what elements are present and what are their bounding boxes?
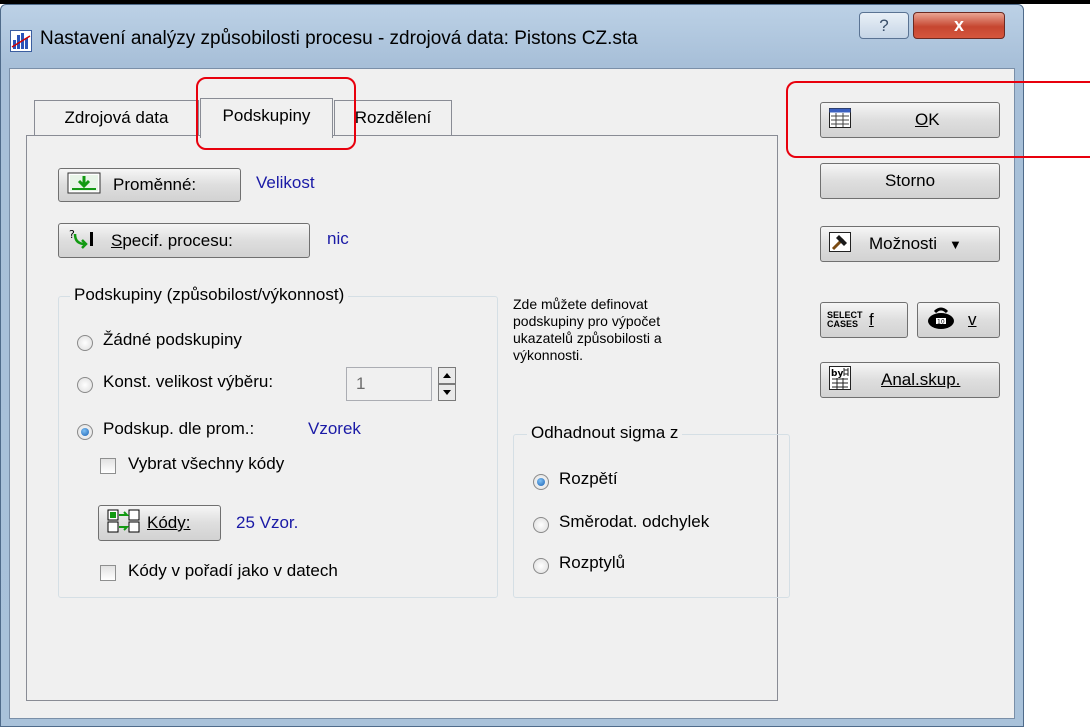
cancel-button[interactable]: Storno xyxy=(820,163,1000,199)
process-spec-button-label: Specif. procesu: xyxy=(111,230,233,250)
hammer-icon xyxy=(829,231,851,257)
ok-button-label: OK xyxy=(915,110,940,129)
grid-icon xyxy=(829,107,851,133)
codes-button-label: Kódy: xyxy=(147,513,191,532)
codes-value: 25 Vzor. xyxy=(236,513,299,532)
radio-no-subgroups-label: Žádné podskupiny xyxy=(103,330,242,349)
help-text-line: podskupiny pro výpočet xyxy=(513,313,661,329)
help-text-line: ukazatelů způsobilosti a xyxy=(513,330,662,346)
options-button-label: Možnosti xyxy=(869,234,938,253)
radio-const-sample-size-label: Konst. velikost výběru: xyxy=(103,372,274,391)
select-cases-button[interactable]: SELECT CASES f xyxy=(820,302,908,338)
subgroups-legend: Podskupiny (způsobilost/výkonnost) xyxy=(70,285,349,305)
help-button[interactable]: ? xyxy=(859,12,909,39)
help-text-line: výkonnosti. xyxy=(513,347,584,363)
weight-v-label: v xyxy=(968,310,977,329)
by-group-button-label: Anal.skup. xyxy=(881,370,961,389)
tab-distribution[interactable]: Rozdělení xyxy=(334,100,452,136)
variables-button-label: Proměnné: xyxy=(113,175,197,194)
radio-variance[interactable] xyxy=(533,558,549,574)
codes-order-checkbox[interactable] xyxy=(100,565,116,581)
subgroup-variable-value: Vzorek xyxy=(308,419,361,438)
close-button[interactable]: x xyxy=(913,12,1005,39)
help-text: Zde můžete definovat podskupiny pro výpo… xyxy=(513,296,662,364)
options-button[interactable]: Možnosti ▼ xyxy=(820,226,1000,262)
by-group-icon: by xyxy=(829,365,851,395)
app-chart-icon xyxy=(10,30,32,52)
codes-order-label: Kódy v pořadí jako v datech xyxy=(128,561,338,580)
radio-const-sample-size[interactable] xyxy=(77,377,93,393)
window-title: Nastavení analýzy způsobilosti procesu -… xyxy=(40,28,638,49)
sample-size-spinner[interactable] xyxy=(438,367,456,401)
radio-variance-label: Rozptylů xyxy=(559,553,626,572)
select-all-codes-checkbox[interactable] xyxy=(100,458,116,474)
radio-std-dev-label: Směrodat. odchylek xyxy=(559,512,710,531)
ok-button[interactable]: OK xyxy=(820,102,1000,138)
tab-source-data[interactable]: Zdrojová data xyxy=(34,100,199,136)
process-spec-icon: ? xyxy=(67,226,97,255)
codes-button[interactable]: Kódy: xyxy=(98,505,221,541)
process-spec-button[interactable]: ? Specif. procesu: xyxy=(58,223,310,258)
help-text-line: Zde můžete definovat xyxy=(513,296,648,312)
weight-button[interactable]: 10 v xyxy=(917,302,1000,338)
variables-value: Velikost xyxy=(256,173,315,192)
select-cases-f-label: f xyxy=(869,310,874,329)
radio-range-label: Rozpětí xyxy=(559,469,618,488)
dropdown-arrow-icon: ▼ xyxy=(949,236,962,252)
select-cases-icon: SELECT CASES xyxy=(827,310,863,329)
process-spec-value: nic xyxy=(327,229,349,248)
radio-std-dev[interactable] xyxy=(533,517,549,533)
radio-no-subgroups[interactable] xyxy=(77,335,93,351)
radio-by-variable[interactable] xyxy=(77,424,93,440)
svg-text:by: by xyxy=(831,369,843,379)
sigma-legend: Odhadnout sigma z xyxy=(527,423,683,443)
sample-size-input[interactable]: 1 xyxy=(346,367,432,401)
tab-subgroups[interactable]: Podskupiny xyxy=(200,98,333,138)
radio-range[interactable] xyxy=(533,474,549,490)
by-group-button[interactable]: by Anal.skup. xyxy=(820,362,1000,398)
codes-icon xyxy=(107,509,141,538)
variables-button[interactable]: Proměnné: xyxy=(58,168,241,202)
variables-icon xyxy=(67,172,101,199)
select-all-codes-label: Vybrat všechny kódy xyxy=(128,454,285,473)
svg-text:10: 10 xyxy=(937,318,945,325)
weight-icon: 10 xyxy=(926,306,956,335)
radio-by-variable-label: Podskup. dle prom.: xyxy=(103,419,255,438)
